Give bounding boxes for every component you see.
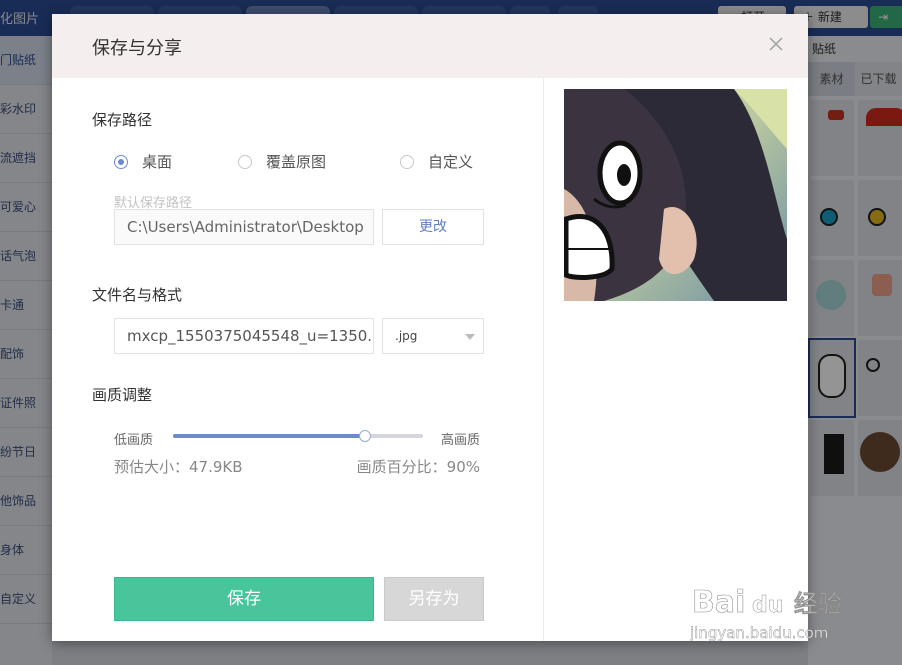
save-path-options: 桌面 覆盖原图 自定义 — [114, 151, 473, 172]
radio-desktop[interactable]: 桌面 — [114, 151, 238, 172]
quality-title: 画质调整 — [92, 386, 153, 404]
quality-high-label: 高画质 — [441, 433, 481, 448]
quality-low-label: 低画质 — [114, 433, 154, 448]
save-share-dialog: 保存与分享 保存路径 桌面 覆盖原图 自定义 默认保存路径 C:\Users\A… — [52, 14, 808, 641]
svg-text:du: du — [752, 593, 783, 618]
radio-overwrite[interactable]: 覆盖原图 — [238, 151, 400, 172]
svg-text:Bai: Bai — [692, 585, 745, 620]
settings-column: 保存路径 桌面 覆盖原图 自定义 默认保存路径 C:\Users\Adminis… — [52, 78, 543, 641]
svg-text:jingyan.baidu.com: jingyan.baidu.com — [690, 624, 828, 642]
close-button[interactable] — [766, 34, 786, 54]
baidu-paw-logo: Bai du 经验 jingyan.baidu.com — [689, 568, 842, 642]
radio-custom[interactable]: 自定义 — [400, 151, 473, 172]
format-value: .jpg — [395, 329, 418, 343]
image-preview — [564, 89, 787, 301]
column-divider — [543, 78, 544, 641]
svg-text:经验: 经验 — [794, 590, 842, 618]
radio-dot — [400, 154, 414, 169]
dialog-header: 保存与分享 — [52, 14, 808, 78]
filename-format-title: 文件名与格式 — [92, 286, 183, 304]
save-button[interactable]: 保存 — [114, 577, 374, 621]
format-select[interactable]: .jpg — [382, 318, 484, 354]
slider-thumb[interactable] — [359, 430, 371, 442]
change-path-button[interactable]: 更改 — [382, 209, 484, 245]
filename-field[interactable]: mxcp_1550375045548_u=1350... — [114, 318, 374, 354]
quality-slider[interactable] — [173, 428, 423, 444]
save-path-field[interactable]: C:\Users\Administrator\Desktop — [114, 209, 374, 245]
close-icon — [769, 37, 783, 51]
dialog-title: 保存与分享 — [92, 38, 182, 59]
radio-dot — [238, 154, 252, 169]
slider-fill — [173, 434, 365, 438]
radio-dot — [114, 154, 128, 169]
baidu-jingyan-watermark: Bai du 经验 jingyan.baidu.com — [689, 566, 880, 646]
quality-percent: 画质百分比：90% — [356, 458, 480, 476]
preview-image — [564, 89, 787, 301]
estimated-size: 预估大小：47.9KB — [114, 458, 243, 476]
save-as-button[interactable]: 另存为 — [384, 577, 484, 621]
chevron-down-icon — [465, 334, 475, 340]
save-path-title: 保存路径 — [92, 111, 153, 129]
